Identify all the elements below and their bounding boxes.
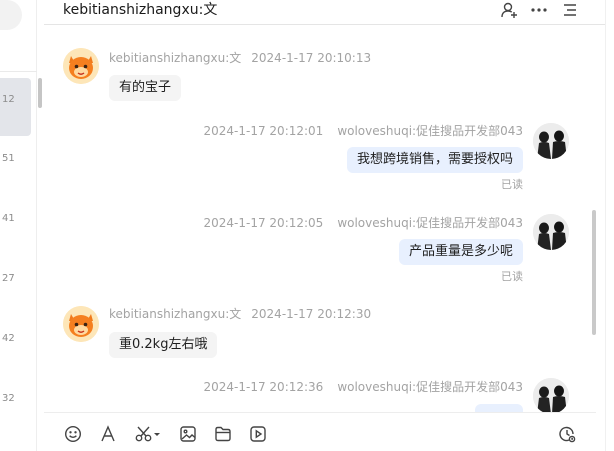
more-icon[interactable]	[529, 1, 549, 19]
message-bubble[interactable]: 重0.2kg左右哦	[109, 332, 218, 358]
message-bubble[interactable]: 有的宝子	[109, 75, 182, 101]
conversation-item-selected[interactable]: 12	[0, 78, 31, 136]
conversation-item[interactable]: 27	[0, 272, 37, 286]
avatar[interactable]	[63, 306, 99, 342]
message-bubble[interactable]	[475, 404, 523, 412]
message-meta: 2024-1-17 20:12:05 woloveshuqi:促佳搜品开发部043	[204, 215, 524, 231]
message-time: 2024-1-17 20:10:13	[251, 51, 372, 65]
message-meta: kebitianshizhangxu:文 2024-1-17 20:10:13	[109, 50, 371, 66]
chat-header: kebitianshizhangxu:文	[44, 0, 614, 25]
sender-name: woloveshuqi:促佳搜品开发部043	[337, 216, 523, 230]
message-list: kebitianshizhangxu:文 2024-1-17 20:10:13 有…	[44, 26, 596, 412]
message-time: 2024-1-17 20:12:36	[203, 380, 324, 394]
conversation-item[interactable]: 41	[0, 212, 37, 226]
window-edge	[605, 0, 614, 451]
conversation-list-scrollbar[interactable]	[38, 78, 42, 108]
avatar[interactable]	[533, 378, 569, 412]
sender-name: kebitianshizhangxu:文	[109, 307, 242, 321]
chat-title: kebitianshizhangxu:文	[63, 2, 218, 18]
message-time: 2024-1-17 20:12:05	[203, 216, 324, 230]
conversation-list: 12 51 41 27 42 32	[0, 0, 37, 451]
video-icon[interactable]	[248, 424, 268, 444]
read-status: 已读	[501, 178, 523, 191]
message-meta: 2024-1-17 20:12:36 woloveshuqi:促佳搜品开发部043	[204, 379, 524, 395]
emoji-icon[interactable]	[63, 424, 83, 444]
avatar[interactable]	[63, 48, 99, 84]
image-icon[interactable]	[178, 424, 198, 444]
message-bubble[interactable]: 我想跨境销售，需要授权吗	[346, 147, 523, 173]
message-meta: 2024-1-17 20:12:01 woloveshuqi:促佳搜品开发部043	[204, 123, 524, 139]
divider	[0, 71, 37, 72]
folder-icon[interactable]	[213, 424, 233, 444]
search-pill[interactable]	[0, 0, 22, 30]
conversation-item[interactable]: 32	[0, 392, 37, 406]
avatar[interactable]	[533, 123, 569, 159]
read-status: 已读	[501, 270, 523, 283]
sender-name: kebitianshizhangxu:文	[109, 51, 242, 65]
message-time: 2024-1-17 20:12:01	[203, 124, 324, 138]
conversation-item[interactable]: 42	[0, 332, 37, 346]
message-meta: kebitianshizhangxu:文 2024-1-17 20:12:30	[109, 306, 371, 322]
history-icon[interactable]	[557, 424, 577, 444]
menu-icon[interactable]	[560, 1, 580, 19]
avatar[interactable]	[533, 214, 569, 250]
input-toolbar	[44, 412, 596, 451]
add-user-icon[interactable]	[499, 1, 519, 19]
chat-window: 12 51 41 27 42 32 kebitianshizhangxu:文 k…	[0, 0, 614, 451]
message-scrollbar[interactable]	[592, 210, 596, 335]
message-bubble[interactable]: 产品重量是多少呢	[398, 239, 523, 265]
sender-name: woloveshuqi:促佳搜品开发部043	[337, 380, 523, 394]
text-format-icon[interactable]	[98, 424, 118, 444]
message-time: 2024-1-17 20:12:30	[251, 307, 372, 321]
sender-name: woloveshuqi:促佳搜品开发部043	[337, 124, 523, 138]
conversation-item[interactable]: 51	[0, 152, 37, 166]
scissors-icon[interactable]	[133, 424, 163, 444]
